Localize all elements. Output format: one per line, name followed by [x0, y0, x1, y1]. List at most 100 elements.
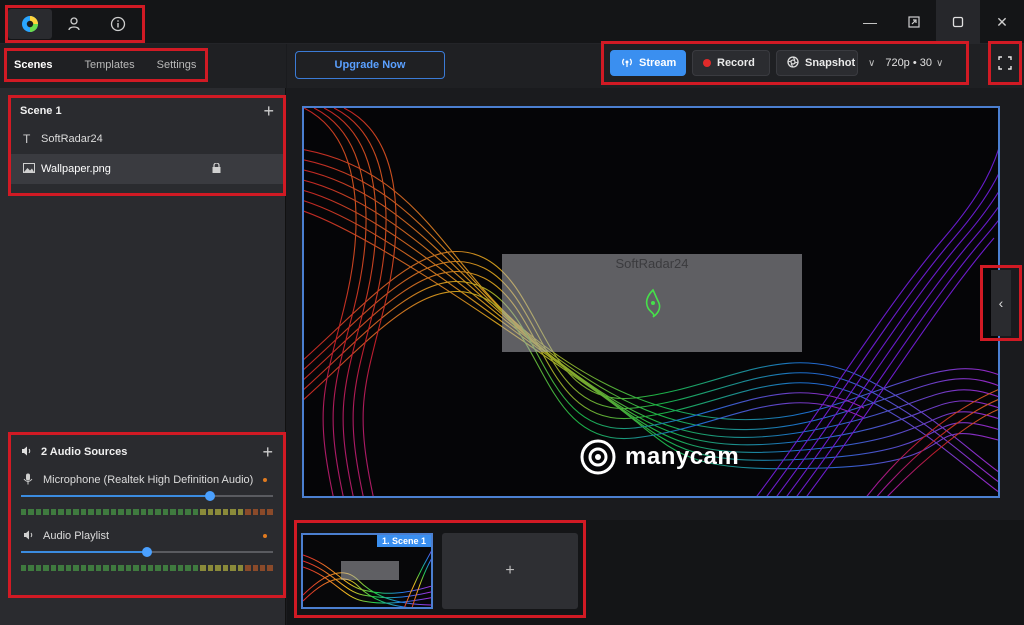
meter-segment — [147, 565, 154, 571]
overlay-text: SoftRadar24 — [615, 256, 689, 271]
meter-segment — [35, 565, 42, 571]
broadcast-controls: Stream Record Snapshot ∨ 720p • 30 ∨ — [601, 41, 969, 85]
audio-title-group: 2 Audio Sources — [21, 446, 127, 459]
meter-segment — [222, 509, 229, 515]
text-overlay[interactable]: SoftRadar24 — [502, 254, 802, 352]
meter-segment — [162, 509, 169, 515]
meter-segment — [58, 565, 64, 571]
add-source-button[interactable]: + — [263, 101, 274, 122]
audio-panel: 2 Audio Sources + Microphone (Realtek Hi… — [8, 432, 286, 598]
meter-segment — [80, 509, 87, 515]
meter-segment — [28, 565, 34, 571]
sidebar: Scenes Templates Settings Scene 1 + T So… — [0, 44, 286, 625]
preview-canvas[interactable]: SoftRadar24 manycam — [302, 106, 1000, 498]
speaker-icon[interactable] — [23, 530, 43, 543]
meter-segment — [95, 565, 102, 571]
meter-segment — [73, 565, 79, 571]
audio-level-meter — [21, 565, 273, 571]
meter-segment — [200, 565, 206, 571]
meter-segment — [125, 509, 132, 515]
minimize-icon[interactable]: — — [848, 0, 892, 44]
microphone-icon[interactable] — [23, 473, 43, 488]
meter-segment — [252, 509, 258, 515]
title-bar: — ✕ — [0, 0, 1024, 44]
meter-segment — [43, 565, 49, 571]
meter-segment — [73, 509, 79, 515]
chevron-left-icon: ‹ — [991, 270, 1011, 336]
manycam-logo-icon[interactable] — [8, 9, 52, 39]
record-dot-icon — [703, 59, 711, 67]
meter-segment — [103, 565, 109, 571]
volume-slider[interactable] — [21, 547, 273, 557]
window-controls: — ✕ — [848, 0, 1024, 44]
scene-thumbnail[interactable]: 1. Scene 1 — [301, 533, 433, 609]
meter-segment — [21, 565, 27, 571]
camera-shutter-icon — [787, 55, 799, 71]
resolution-select[interactable]: 720p • 30 ∨ — [885, 57, 943, 69]
lock-icon[interactable] — [212, 161, 221, 176]
collapse-panel-button[interactable]: ‹ — [980, 265, 1022, 341]
manycam-eye-icon — [580, 439, 616, 475]
chevron-down-icon[interactable]: ∨ — [868, 58, 875, 69]
audio-source-row: Audio Playlist — [11, 525, 283, 571]
meter-segment — [185, 565, 191, 571]
meter-segment — [35, 509, 42, 515]
activity-dot — [263, 534, 267, 538]
meter-segment — [140, 509, 146, 515]
stream-button[interactable]: Stream — [610, 50, 686, 76]
source-label: SoftRadar24 — [41, 133, 103, 145]
scene-thumbnail-label: 1. Scene 1 — [376, 535, 431, 547]
meter-segment — [80, 565, 87, 571]
meter-segment — [133, 509, 139, 515]
record-label: Record — [717, 57, 755, 69]
maximize-icon[interactable] — [936, 0, 980, 44]
meter-segment — [200, 509, 206, 515]
snapshot-button[interactable]: Snapshot — [776, 50, 858, 76]
add-audio-button[interactable]: + — [262, 442, 273, 463]
slider-knob[interactable] — [205, 491, 215, 501]
slider-knob[interactable] — [142, 547, 152, 557]
source-item-text[interactable]: T SoftRadar24 — [11, 124, 283, 154]
meter-segment — [237, 565, 244, 571]
meter-segment — [230, 509, 236, 515]
resolution-label: 720p • 30 — [885, 57, 932, 69]
tab-templates[interactable]: Templates — [78, 59, 142, 71]
add-scene-button[interactable]: + — [442, 533, 578, 609]
source-item-image[interactable]: Wallpaper.png — [11, 154, 283, 184]
tab-settings[interactable]: Settings — [150, 59, 204, 71]
meter-segment — [245, 565, 251, 571]
audio-source-name: Audio Playlist — [43, 530, 110, 542]
meter-segment — [192, 565, 199, 571]
meter-segment — [140, 565, 146, 571]
audio-source-label-row: Microphone (Realtek High Definition Audi… — [19, 469, 275, 491]
meter-segment — [155, 509, 161, 515]
user-icon[interactable] — [52, 9, 96, 39]
fullscreen-icon — [998, 56, 1012, 70]
razer-logo-icon — [642, 288, 662, 322]
close-icon[interactable]: ✕ — [980, 0, 1024, 44]
speaker-icon — [21, 446, 33, 459]
meter-segment — [177, 509, 184, 515]
scene-header: Scene 1 + — [11, 98, 283, 124]
meter-segment — [65, 509, 72, 515]
meter-segment — [95, 509, 102, 515]
audio-source-name: Microphone (Realtek High Definition Audi… — [43, 474, 254, 486]
volume-slider[interactable] — [21, 491, 273, 501]
record-button[interactable]: Record — [692, 50, 770, 76]
manycam-app: — ✕ Scenes Templates Settings Scene 1 + — [0, 0, 1024, 625]
fullscreen-button[interactable] — [988, 41, 1022, 85]
image-icon — [23, 162, 41, 176]
title-icon-group — [5, 5, 145, 43]
slider-fill — [21, 551, 147, 553]
meter-segment — [267, 565, 273, 571]
slider-fill — [21, 495, 210, 497]
info-icon[interactable] — [96, 9, 140, 39]
meter-segment — [28, 509, 34, 515]
broadcast-icon — [621, 56, 633, 71]
meter-segment — [118, 509, 124, 515]
upgrade-button[interactable]: Upgrade Now — [295, 51, 445, 79]
restore-icon[interactable] — [892, 0, 936, 44]
meter-segment — [88, 509, 94, 515]
meter-segment — [170, 509, 176, 515]
tab-scenes[interactable]: Scenes — [7, 59, 60, 71]
